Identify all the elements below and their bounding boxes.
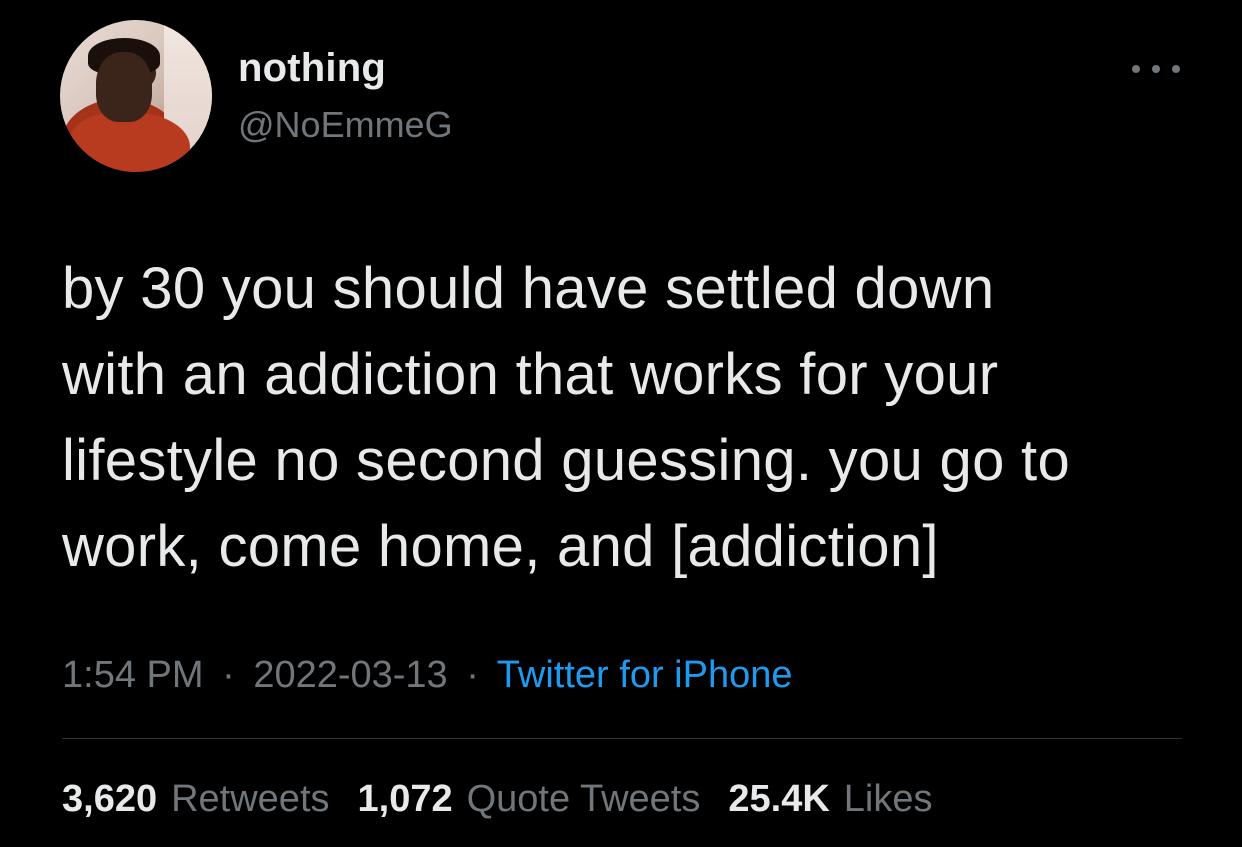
retweets-count: 3,620 [62, 778, 158, 820]
likes-count: 25.4K [728, 778, 830, 820]
tweet-text-line: work, come home, and [addiction] [62, 514, 939, 579]
tweet-text-line: with an addiction that works for your [62, 342, 999, 407]
tweet-text: by 30 you should have settled down with … [62, 246, 1182, 590]
quote-tweets-stat[interactable]: 1,072 Quote Tweets [358, 776, 701, 822]
tweet-detail: nothing @NoEmmeG by 30 you should have s… [0, 0, 1242, 847]
avatar-face [96, 52, 152, 122]
more-horizontal-icon [1132, 65, 1140, 73]
retweets-label: Retweets [171, 778, 330, 820]
meta-separator: · [222, 654, 235, 696]
tweet-source-link[interactable]: Twitter for iPhone [497, 654, 793, 696]
divider [62, 738, 1182, 739]
more-options-button[interactable] [1126, 52, 1186, 86]
more-horizontal-icon-dot [1172, 65, 1180, 73]
quote-tweets-label: Quote Tweets [466, 778, 701, 820]
display-name[interactable]: nothing [238, 48, 386, 88]
avatar[interactable] [60, 20, 212, 172]
tweet-text-line: lifestyle no second guessing. you go to [62, 428, 1071, 493]
tweet-time[interactable]: 1:54 PM [62, 654, 204, 696]
tweet-meta: 1:54 PM · 2022-03-13 · Twitter for iPhon… [62, 652, 792, 698]
quote-tweets-count: 1,072 [357, 778, 453, 820]
user-handle[interactable]: @NoEmmeG [238, 107, 453, 143]
retweets-stat[interactable]: 3,620 Retweets [62, 776, 330, 822]
likes-label: Likes [843, 778, 933, 820]
tweet-stats: 3,620 Retweets 1,072 Quote Tweets 25.4K … [62, 776, 961, 822]
tweet-text-line: by 30 you should have settled down [62, 256, 995, 321]
tweet-date[interactable]: 2022-03-13 [253, 654, 447, 696]
more-horizontal-icon-dot [1152, 65, 1160, 73]
meta-separator: · [466, 654, 479, 696]
likes-stat[interactable]: 25.4K Likes [728, 776, 932, 822]
